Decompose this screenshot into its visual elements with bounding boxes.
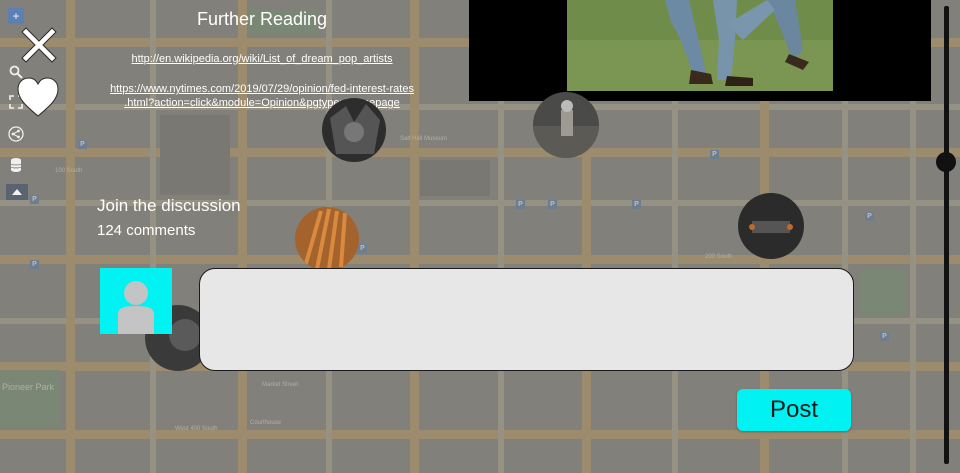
share-button[interactable] [8,126,24,142]
photo-thumbnail [738,193,804,259]
comment-input[interactable] [199,268,854,371]
photo-thumbnail [322,98,386,162]
further-reading-link-nytimes[interactable]: https://www.nytimes.com/2019/07/29/opini… [70,82,454,110]
map-photo-marker[interactable] [738,193,804,259]
share-icon [8,126,24,142]
collapse-button[interactable] [6,184,28,200]
close-button[interactable] [18,24,60,66]
scrollbar-track[interactable] [944,6,949,464]
further-reading-title: Further Reading [196,9,328,29]
comment-count: 124 comments [97,222,196,239]
scrollbar-thumb[interactable] [936,152,956,172]
video-thumbnail [567,0,833,91]
video-frame[interactable] [567,0,833,91]
further-reading-link-wikipedia[interactable]: http://en.wikipedia.org/wiki/List_of_dre… [70,52,454,66]
map-photo-marker[interactable] [295,207,359,271]
map-photo-marker[interactable] [533,92,599,158]
triangle-up-icon [12,189,22,195]
favorite-button[interactable] [16,76,60,118]
discussion-heading: Join the discussion [97,196,241,215]
photo-thumbnail [295,207,359,271]
photo-thumbnail [533,92,599,158]
heart-icon [17,77,59,117]
post-button[interactable]: Post [737,389,851,431]
avatar-placeholder-icon [100,268,172,334]
layers-icon [10,158,22,172]
video-panel[interactable] [469,0,931,101]
map-photo-marker[interactable] [322,98,386,162]
layers-button[interactable] [8,157,24,173]
user-avatar [100,268,172,334]
link-line-1: https://www.nytimes.com/2019/07/29/opini… [110,83,414,95]
close-icon [21,27,57,63]
